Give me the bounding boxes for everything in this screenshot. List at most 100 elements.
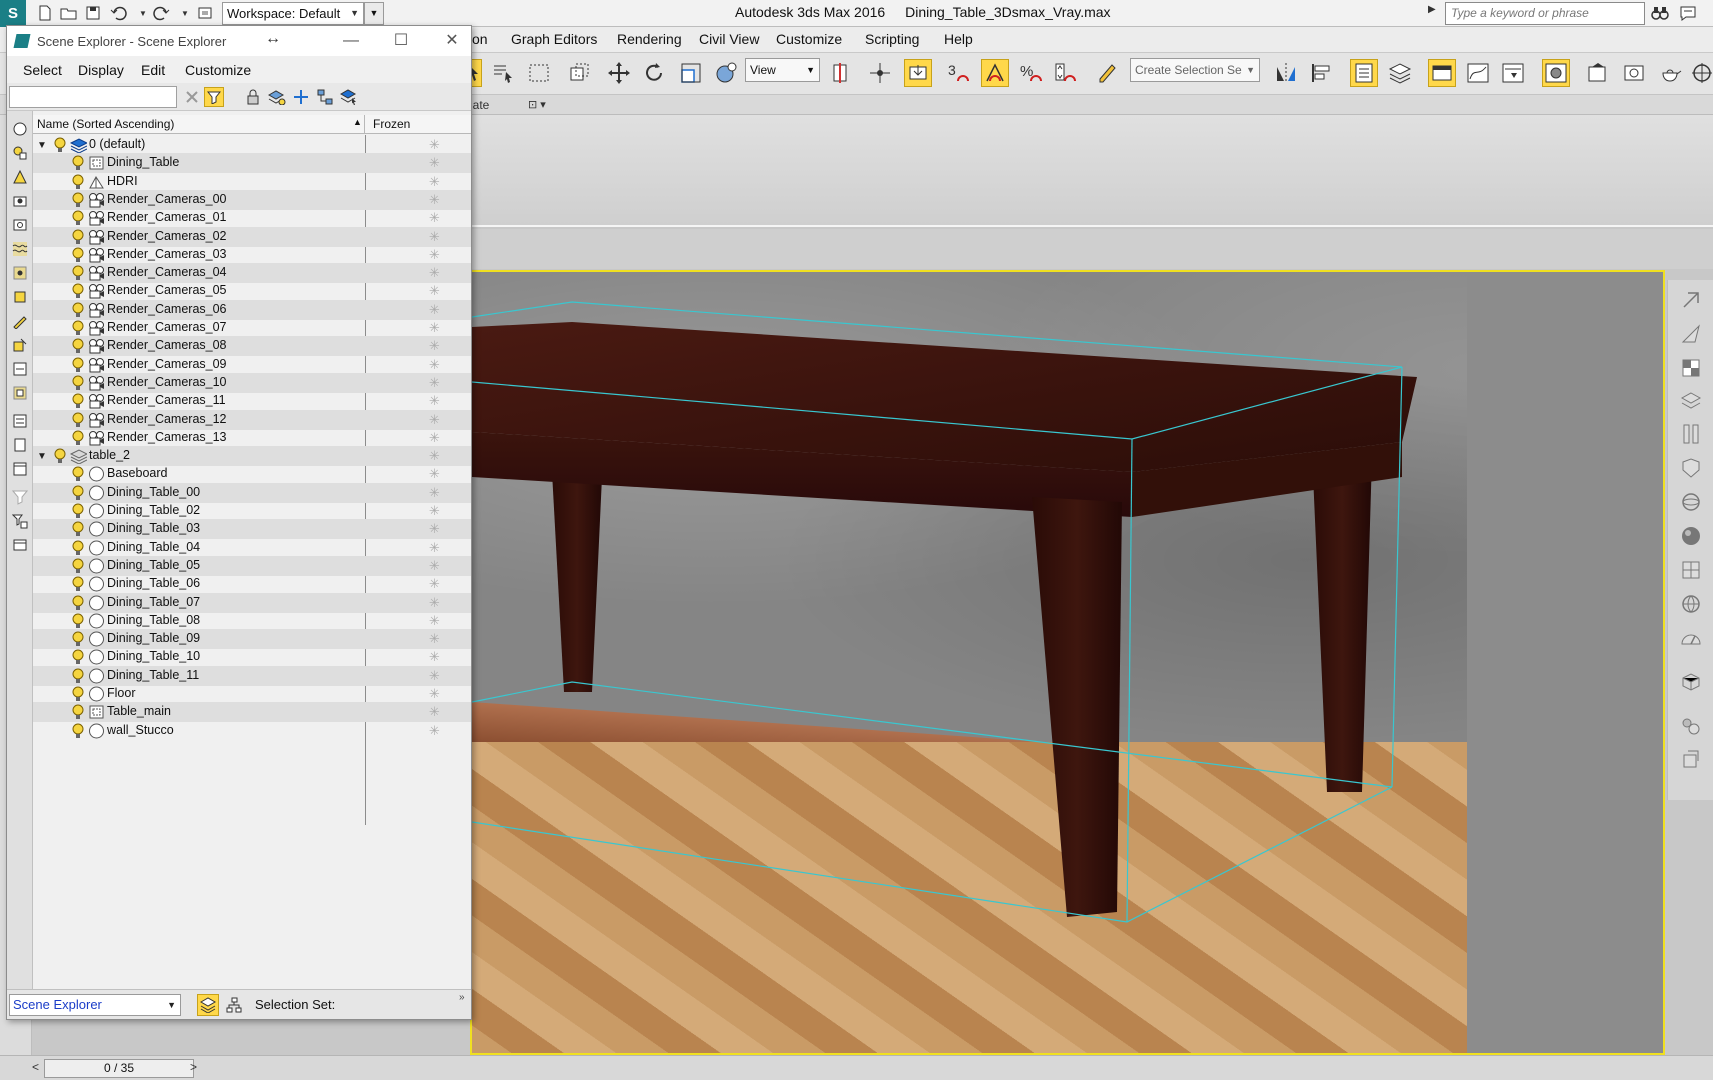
frozen-toggle-icon[interactable]: ✳ — [429, 448, 440, 464]
frozen-toggle-icon[interactable]: ✳ — [429, 723, 440, 739]
app-logo-icon[interactable]: S — [0, 0, 26, 27]
list-item[interactable]: Render_Cameras_08 ✳ — [33, 336, 471, 356]
menu-scripting[interactable]: Scripting — [865, 31, 919, 47]
display-geometry-icon[interactable] — [10, 143, 30, 163]
visibility-bulb-icon[interactable] — [71, 649, 85, 666]
visibility-bulb-icon[interactable] — [71, 192, 85, 209]
list-item[interactable]: Render_Cameras_04 ✳ — [33, 263, 471, 283]
visibility-bulb-icon[interactable] — [71, 155, 85, 172]
rendered-frame-window-icon[interactable] — [1620, 59, 1648, 87]
communication-center-icon[interactable] — [1678, 4, 1698, 22]
motion-tab-icon[interactable] — [1678, 422, 1704, 446]
named-selection-sets-dropdown[interactable]: Create Selection Se ▼ — [1130, 58, 1260, 82]
visibility-bulb-icon[interactable] — [71, 210, 85, 227]
list-item[interactable]: Dining_Table_03 ✳ — [33, 519, 471, 539]
column-header-frozen[interactable]: Frozen — [369, 115, 410, 134]
menu-help[interactable]: Help — [944, 31, 973, 47]
visibility-bulb-icon[interactable] — [71, 412, 85, 429]
display-frozen-icon[interactable] — [10, 459, 30, 479]
list-item[interactable]: Dining_Table_10 ✳ — [33, 647, 471, 667]
display-bones-icon[interactable] — [10, 311, 30, 331]
sort-ascending-icon[interactable]: ▲ — [353, 117, 362, 127]
object-props-icon[interactable] — [1678, 748, 1704, 772]
display-particles-icon[interactable] — [10, 335, 30, 355]
display-invert-icon[interactable] — [10, 435, 30, 455]
visibility-bulb-icon[interactable] — [71, 576, 85, 593]
resize-arrows-icon[interactable]: ↔ — [265, 30, 281, 48]
new-file-icon[interactable] — [34, 3, 56, 23]
list-item[interactable]: ▼ table_2 ✳ — [33, 446, 471, 466]
list-item[interactable]: Render_Cameras_03 ✳ — [33, 245, 471, 265]
list-item[interactable]: Dining_Table_09 ✳ — [33, 629, 471, 649]
place-icon[interactable] — [712, 59, 740, 87]
time-slider[interactable]: 0 / 35 — [44, 1059, 194, 1078]
visibility-bulb-icon[interactable] — [71, 393, 85, 410]
visibility-bulb-icon[interactable] — [71, 174, 85, 191]
close-icon[interactable]: ✕ — [437, 30, 467, 52]
menu-graph-editors[interactable]: Graph Editors — [511, 31, 597, 47]
list-item[interactable]: Render_Cameras_13 ✳ — [33, 428, 471, 448]
visibility-bulb-icon[interactable] — [71, 229, 85, 246]
visibility-bulb-icon[interactable] — [71, 686, 85, 703]
display-cameras-icon[interactable] — [10, 191, 30, 211]
redo-dropdown-icon[interactable]: ▼ — [174, 3, 196, 23]
checker-icon[interactable] — [1678, 356, 1704, 380]
search-expand-icon[interactable]: ▶ — [1428, 4, 1436, 15]
visibility-bulb-icon[interactable] — [53, 448, 67, 465]
list-item[interactable]: ▼ 0 (default) ✳ — [33, 135, 471, 155]
visibility-bulb-icon[interactable] — [71, 503, 85, 520]
visibility-bulb-icon[interactable] — [71, 723, 85, 740]
list-item[interactable]: Baseboard ✳ — [33, 464, 471, 484]
filter-funnel-icon[interactable] — [10, 487, 30, 507]
perspective-viewport[interactable] — [470, 270, 1665, 1055]
expand-more-icon[interactable]: » — [459, 992, 465, 1003]
add-layer-icon[interactable] — [267, 87, 287, 107]
frozen-toggle-icon[interactable]: ✳ — [429, 155, 440, 171]
list-item[interactable]: Render_Cameras_01 ✳ — [33, 208, 471, 228]
explorer-menu-customize[interactable]: Customize — [185, 62, 251, 78]
visibility-bulb-icon[interactable] — [71, 302, 85, 319]
pivot-center-icon[interactable] — [826, 59, 854, 87]
frozen-toggle-icon[interactable]: ✳ — [429, 393, 440, 409]
visibility-bulb-icon[interactable] — [71, 485, 85, 502]
list-item[interactable]: HDRI ✳ — [33, 172, 471, 192]
workspace-dropdown[interactable]: Workspace: Default ▼ — [222, 2, 364, 25]
menu-animation[interactable]: on — [472, 31, 488, 47]
frozen-toggle-icon[interactable]: ✳ — [429, 704, 440, 720]
explorer-search-input[interactable] — [9, 86, 177, 108]
render-teapot-icon[interactable] — [1656, 59, 1684, 87]
frozen-toggle-icon[interactable]: ✳ — [429, 265, 440, 281]
percent-snap-icon[interactable]: % — [1017, 59, 1045, 87]
display-xrefs-icon[interactable] — [10, 359, 30, 379]
list-item[interactable]: Render_Cameras_05 ✳ — [33, 281, 471, 301]
display-lights-icon[interactable] — [10, 215, 30, 235]
frozen-toggle-icon[interactable]: ✳ — [429, 320, 440, 336]
list-item[interactable]: Render_Cameras_10 ✳ — [33, 373, 471, 393]
filter-icon[interactable] — [204, 87, 224, 107]
frozen-toggle-icon[interactable]: ✳ — [429, 649, 440, 665]
mirror-icon[interactable] — [1272, 59, 1300, 87]
time-slider-prev-icon[interactable]: < — [32, 1060, 39, 1074]
select-manipulate-icon[interactable] — [866, 59, 894, 87]
frozen-toggle-icon[interactable]: ✳ — [429, 247, 440, 263]
menu-civil-view[interactable]: Civil View — [699, 31, 759, 47]
display-all-icon[interactable] — [10, 411, 30, 431]
display-none-icon[interactable] — [10, 119, 30, 139]
visibility-bulb-icon[interactable] — [71, 283, 85, 300]
gauge-icon[interactable] — [1678, 626, 1704, 650]
list-item[interactable]: Floor ✳ — [33, 684, 471, 704]
list-item[interactable]: Render_Cameras_06 ✳ — [33, 300, 471, 320]
edit-named-selection-icon[interactable] — [1094, 59, 1122, 87]
list-item[interactable]: Dining_Table ✳ — [33, 153, 471, 173]
frozen-toggle-icon[interactable]: ✳ — [429, 192, 440, 208]
visibility-bulb-icon[interactable] — [71, 540, 85, 557]
hierarchy-link-icon[interactable] — [315, 87, 335, 107]
list-item[interactable]: Dining_Table_00 ✳ — [33, 483, 471, 503]
frozen-toggle-icon[interactable]: ✳ — [429, 210, 440, 226]
column-header-name[interactable]: Name (Sorted Ascending) — [35, 115, 365, 134]
frozen-toggle-icon[interactable]: ✳ — [429, 412, 440, 428]
keyword-search-input[interactable]: Type a keyword or phrase — [1445, 2, 1645, 25]
hierarchy-tab-icon[interactable] — [1678, 390, 1704, 414]
visibility-bulb-icon[interactable] — [71, 521, 85, 538]
frozen-toggle-icon[interactable]: ✳ — [429, 174, 440, 190]
